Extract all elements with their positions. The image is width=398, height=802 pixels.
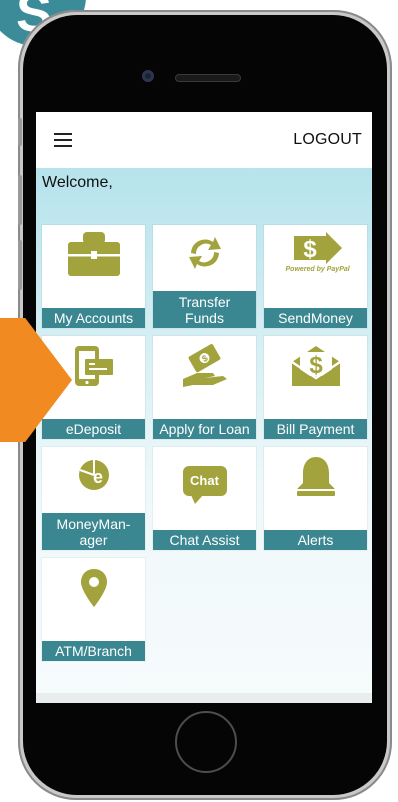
paypal-caption: Powered by PayPal [285, 266, 350, 273]
menu-icon[interactable] [54, 133, 72, 147]
tile-label: Transfer Funds [153, 291, 256, 328]
tile-transfer-funds[interactable]: Transfer Funds [153, 225, 256, 328]
tile-label: My Accounts [42, 308, 145, 328]
volume-down-button [18, 240, 22, 290]
tile-label: eDeposit [42, 419, 145, 439]
tile-chat-assist[interactable]: Chat Chat Assist [153, 447, 256, 550]
envelope-dollar-icon: $ [264, 336, 367, 396]
map-pin-icon [42, 558, 145, 618]
tile-label: Apply for Loan [153, 419, 256, 439]
home-button[interactable] [175, 711, 237, 773]
transfer-arrows-icon [153, 225, 256, 280]
tile-label: Bill Payment [264, 419, 367, 439]
tile-label: SendMoney [264, 308, 367, 328]
briefcase-icon [42, 225, 145, 285]
loan-hand-icon: $ [153, 336, 256, 396]
money-manager-chart-icon: e [42, 447, 145, 502]
tile-bill-payment[interactable]: $ Bill Payment [264, 336, 367, 439]
tile-send-money[interactable]: $ Powered by PayPal SendMoney [264, 225, 367, 328]
tile-alerts[interactable]: Alerts [264, 447, 367, 550]
mute-switch [18, 118, 22, 146]
svg-text:e: e [92, 467, 102, 487]
tile-label: ATM/Branch [42, 641, 145, 661]
tile-label: Alerts [264, 530, 367, 550]
svg-text:$: $ [303, 236, 317, 263]
logout-button[interactable]: LOGOUT [293, 131, 362, 149]
paypal-send-money-icon: $ Powered by PayPal [264, 225, 367, 285]
bottom-bar [36, 693, 372, 703]
menu-grid: My Accounts Transfer Funds $ Powered by … [42, 225, 367, 661]
tile-apply-for-loan[interactable]: $ Apply for Loan [153, 336, 256, 439]
tile-atm-branch[interactable]: ATM/Branch [42, 558, 145, 661]
tile-money-manager[interactable]: e MoneyMan- ager [42, 447, 145, 550]
app-screen: LOGOUT Welcome, My Accounts Transfer Fun… [36, 112, 372, 703]
dashboard: Welcome, My Accounts Transfer Funds $ Po… [36, 168, 372, 703]
front-camera [142, 70, 154, 82]
tile-label: MoneyMan- ager [42, 513, 145, 550]
volume-up-button [18, 175, 22, 225]
earpiece-speaker [175, 74, 241, 82]
welcome-text: Welcome, [42, 174, 113, 191]
chat-bubble-text: Chat [182, 466, 227, 504]
bell-icon [264, 447, 367, 507]
tile-label: Chat Assist [153, 530, 256, 550]
chat-bubble-icon: Chat [153, 447, 256, 507]
tile-my-accounts[interactable]: My Accounts [42, 225, 145, 328]
top-bar: LOGOUT [36, 112, 372, 168]
